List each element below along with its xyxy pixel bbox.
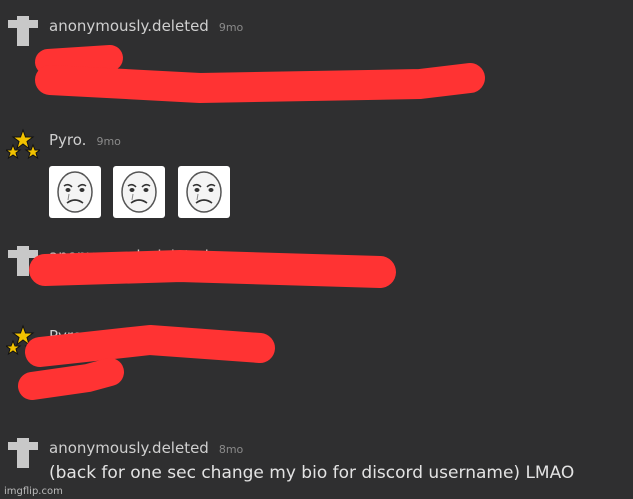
deleted-user-icon[interactable] [6,14,40,48]
stars-avatar-icon[interactable] [6,128,40,162]
timestamp: 9mo [218,21,244,34]
stars-avatar-icon[interactable] [6,324,40,358]
timestamp: 9mo [218,251,244,264]
timestamp: 9mo [96,135,121,148]
username[interactable]: anonymously.deleted 9mo [49,247,243,265]
deleted-user-icon[interactable] [6,436,40,470]
deleted-user-icon[interactable] [6,244,40,278]
watermark: imgflip.com [4,486,63,497]
username[interactable]: Pyro. 9mo [49,327,121,345]
crying-face-emoji[interactable] [113,166,165,218]
username[interactable]: Pyro. 9mo [49,131,121,149]
username[interactable]: anonymously.deleted 9mo [49,17,243,35]
timestamp: 8mo [218,443,244,456]
timestamp: 9mo [96,331,121,344]
crying-face-emoji[interactable] [178,166,230,218]
username[interactable]: anonymously.deleted 8mo [49,439,243,457]
crying-face-emoji[interactable] [49,166,101,218]
message-text: (back for one sec change my bio for disc… [49,463,575,483]
